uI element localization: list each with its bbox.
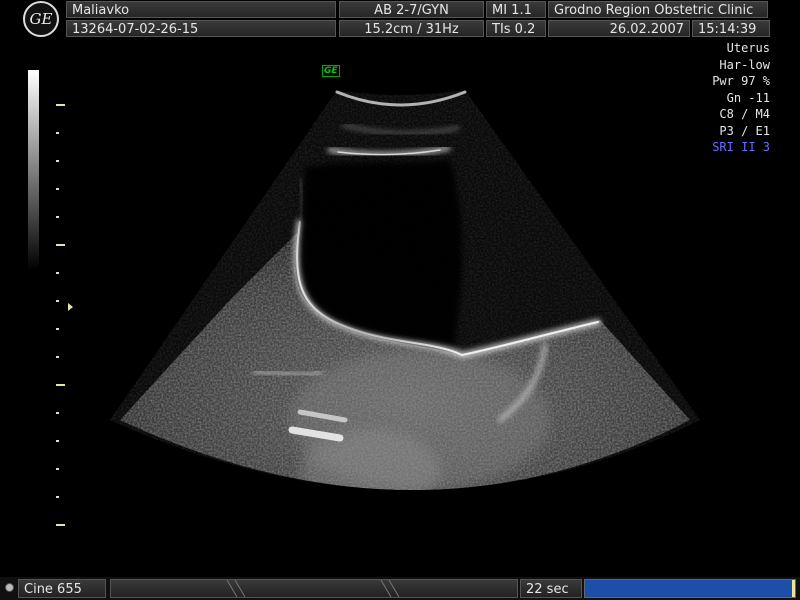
probe-orientation-tag: GE (322, 65, 340, 77)
depth-tick-major (56, 244, 65, 246)
param-power: Pwr 97 % (712, 74, 770, 88)
cine-progress-fill (585, 580, 793, 597)
depth-tick-minor (56, 216, 59, 218)
param-compression: C8 / M4 (719, 107, 770, 121)
depth-tick-major (56, 104, 65, 106)
depth-tick-minor (56, 412, 59, 414)
depth-tick-minor (56, 272, 59, 274)
patient-id: 13264-07-02-26-15 (66, 20, 336, 37)
cine-scroll-bar[interactable] (110, 579, 518, 598)
depth-tick-minor (56, 160, 59, 162)
mechanical-index: MI 1.1 (486, 1, 546, 18)
depth-frame-rate: 15.2cm / 31Hz (339, 20, 484, 37)
depth-tick-minor (56, 188, 59, 190)
param-sri: SRI II 3 (712, 140, 770, 154)
param-persistence: P3 / E1 (719, 123, 770, 138)
cine-progress-marker (792, 580, 795, 597)
header-bar: GE Maliavko 13264-07-02-26-15 AB 2-7/GYN… (0, 0, 800, 40)
cine-scroll-segments (226, 580, 400, 597)
institution-name: Grodno Region Obstetric Clinic (548, 1, 768, 18)
param-exam-type: Uterus (726, 41, 770, 55)
exam-time: 15:14:39 (692, 20, 770, 37)
depth-tick-minor (56, 468, 59, 470)
param-harmonic: Har-low (719, 57, 770, 72)
cine-progress-bar[interactable] (584, 579, 796, 598)
focus-marker (68, 303, 73, 311)
ge-logo: GE (23, 1, 59, 37)
depth-tick-minor (56, 300, 59, 302)
exam-date: 26.02.2007 (548, 20, 690, 37)
imaging-parameters: Uterus Har-low Pwr 97 % Gn -11 C8 / M4 P… (712, 40, 770, 156)
depth-tick-minor (56, 496, 59, 498)
depth-tick-major (56, 384, 65, 386)
cine-icon (5, 583, 14, 592)
depth-tick-minor (56, 440, 59, 442)
param-gain: Gn -11 (726, 90, 770, 105)
thermal-index: TIs 0.2 (486, 20, 546, 37)
cine-label[interactable]: Cine 655 (18, 579, 106, 598)
depth-tick-minor (56, 132, 59, 134)
ultrasound-image (110, 90, 700, 490)
patient-name: Maliavko (66, 1, 336, 18)
depth-tick-major (56, 524, 65, 526)
grayscale-bar (28, 70, 39, 270)
depth-tick-minor (56, 328, 59, 330)
depth-tick-minor (56, 356, 59, 358)
probe-preset: AB 2-7/GYN (339, 1, 484, 18)
depth-scale (53, 100, 73, 530)
cine-timer: 22 sec (520, 579, 582, 598)
footer-bar: Cine 655 22 sec (0, 577, 800, 600)
